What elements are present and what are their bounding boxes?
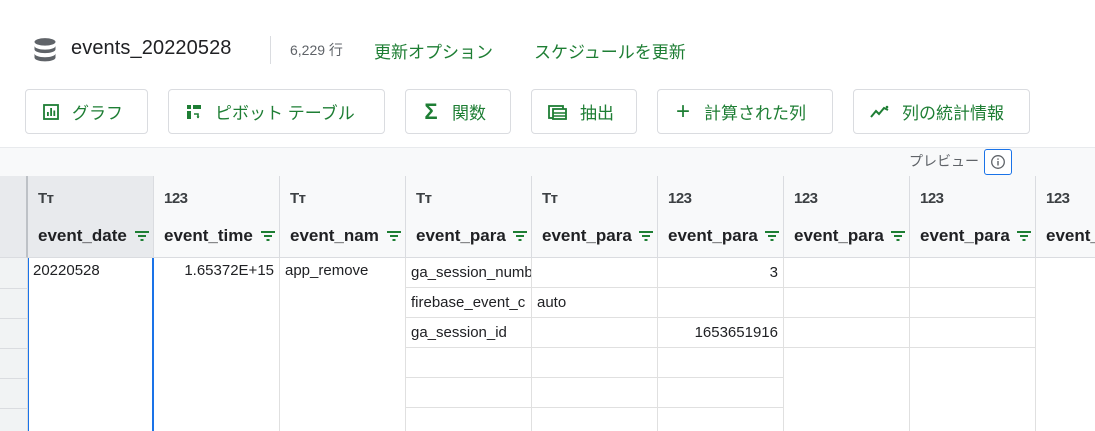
column-name: event_para (542, 226, 632, 245)
row-header-line (0, 408, 28, 409)
chart-icon (43, 103, 59, 120)
filter-icon[interactable] (134, 229, 150, 243)
select-all-corner[interactable] (0, 176, 28, 258)
preview-label: プレビュー (909, 153, 979, 169)
column-stats-label: 列の統計情報 (902, 104, 1004, 123)
column-header-event-params-key[interactable]: Tт event_para (406, 176, 532, 258)
cell-param-int[interactable]: 3 (658, 258, 784, 288)
cell-param-float[interactable] (784, 258, 910, 288)
empty-cell-area (784, 348, 910, 431)
sigma-icon: Σ (424, 98, 438, 124)
cell-param-string[interactable] (532, 258, 658, 288)
chart-label: グラフ (72, 104, 123, 123)
row-header-line (0, 318, 28, 319)
empty-cell[interactable] (532, 408, 658, 431)
cell-param-double[interactable] (910, 258, 1036, 288)
filter-icon[interactable] (386, 229, 402, 243)
cell-param-key[interactable]: firebase_event_c (406, 288, 532, 318)
cell-param-key[interactable]: ga_session_id (406, 318, 532, 348)
number-type-icon: 123 (668, 190, 692, 207)
column-header-event-time[interactable]: 123 event_time (154, 176, 280, 258)
calculated-column-button[interactable]: + 計算された列 (657, 89, 833, 134)
data-preview-panel: events_20220528 6,229 行 更新オプション スケジュールを更… (0, 0, 1095, 431)
cell-param-key[interactable]: ga_session_number (406, 258, 532, 288)
number-type-icon: 123 (794, 190, 818, 207)
column-stats-button[interactable]: 列の統計情報 (853, 89, 1030, 134)
number-type-icon: 123 (1046, 190, 1070, 207)
refresh-options-link[interactable]: 更新オプション (374, 38, 493, 63)
filter-icon[interactable] (1016, 229, 1032, 243)
empty-cell[interactable] (532, 378, 658, 408)
empty-cell[interactable] (658, 408, 784, 431)
row-header-line (0, 378, 28, 379)
empty-cell[interactable] (406, 348, 532, 378)
function-button[interactable]: Σ 関数 (405, 89, 511, 134)
row-header-line (0, 288, 28, 289)
number-type-icon: 123 (164, 190, 188, 207)
filter-icon[interactable] (260, 229, 276, 243)
column-header-event-date[interactable]: Tт event_date (28, 176, 154, 258)
pivot-table-button[interactable]: ピボット テーブル (168, 89, 385, 134)
cell-param-int[interactable] (658, 288, 784, 318)
table-title: events_20220528 (71, 37, 232, 59)
string-type-icon: Tт (38, 190, 54, 207)
column-header-event-name[interactable]: Tт event_nam (280, 176, 406, 258)
data-grid: Tт event_date 123 event_time Tт event_na… (0, 176, 1095, 431)
chart-button[interactable]: グラフ (25, 89, 148, 134)
filter-icon[interactable] (890, 229, 906, 243)
number-type-icon: 123 (920, 190, 944, 207)
cell-param-float[interactable] (784, 318, 910, 348)
cell-param-float[interactable] (784, 288, 910, 318)
cell-event-name[interactable]: app_remove (280, 258, 406, 431)
pivot-label: ピボット テーブル (215, 104, 355, 123)
filter-icon[interactable] (764, 229, 780, 243)
selected-cell-outline (28, 258, 154, 431)
string-type-icon: Tт (416, 190, 432, 207)
string-type-icon: Tт (290, 190, 306, 207)
schedule-refresh-link[interactable]: スケジュールを更新 (534, 38, 686, 63)
calculated-column-label: 計算された列 (704, 104, 806, 123)
cell-event-time[interactable]: 1.65372E+15 (154, 258, 280, 431)
empty-cell[interactable] (658, 348, 784, 378)
empty-cell-area (910, 348, 1036, 431)
database-icon (34, 38, 56, 62)
column-name: event_para (668, 226, 758, 245)
column-name: event_time (164, 226, 253, 245)
row-header-line (0, 348, 28, 349)
info-icon[interactable] (984, 149, 1012, 175)
filter-icon[interactable] (638, 229, 654, 243)
empty-cell[interactable] (532, 348, 658, 378)
row-count: 6,229 行 (290, 42, 343, 58)
extract-label: 抽出 (580, 104, 614, 123)
cell-param-string[interactable] (532, 318, 658, 348)
column-name: event_para (794, 226, 884, 245)
column-name: event_nam (290, 226, 379, 245)
header-divider (270, 36, 271, 64)
column-name: event_para (920, 226, 1010, 245)
pivot-icon (187, 104, 201, 119)
column-header-event-params-string[interactable]: Tт event_para (532, 176, 658, 258)
column-name: event_date (38, 226, 127, 245)
cell-param-string[interactable]: auto (532, 288, 658, 318)
filter-icon[interactable] (512, 229, 528, 243)
cell-param-double[interactable] (910, 318, 1036, 348)
header: events_20220528 6,229 行 更新オプション スケジュールを更… (0, 0, 1095, 82)
empty-cell[interactable] (406, 408, 532, 431)
cell-param-int[interactable]: 1653651916 (658, 318, 784, 348)
column-header-event-params-int[interactable]: 123 event_para (658, 176, 784, 258)
plus-icon: + (675, 97, 690, 125)
column-name: event_ (1046, 226, 1095, 245)
column-header-event-params-float[interactable]: 123 event_para (784, 176, 910, 258)
trend-icon (870, 105, 889, 118)
column-header-event-params-double[interactable]: 123 event_para (910, 176, 1036, 258)
cell-param-double[interactable] (910, 288, 1036, 318)
function-label: 関数 (452, 104, 486, 123)
empty-cell[interactable] (658, 378, 784, 408)
column-header-event-partial[interactable]: 123 event_ (1036, 176, 1095, 258)
extract-button[interactable]: 抽出 (531, 89, 637, 134)
string-type-icon: Tт (542, 190, 558, 207)
empty-cell[interactable] (406, 378, 532, 408)
extract-icon (548, 104, 567, 120)
column-name: event_para (416, 226, 506, 245)
